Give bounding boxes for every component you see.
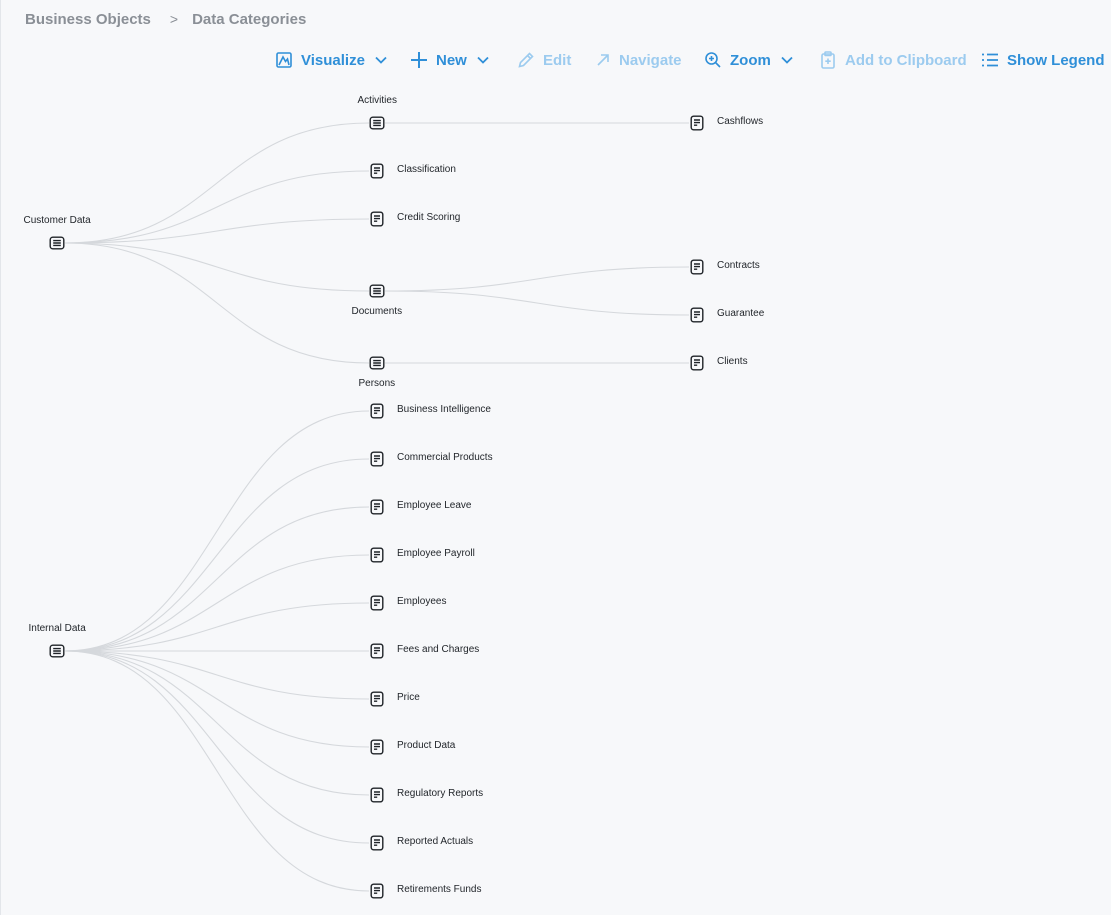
graph-node-contracts[interactable]: [689, 259, 705, 275]
graph-edges: [64, 122, 690, 892]
graph-edge: [64, 242, 370, 364]
graph-edge: [64, 458, 370, 652]
business-object-icon: [690, 115, 704, 131]
graph-edge: [64, 506, 370, 652]
graph-node-internal-data[interactable]: [49, 643, 65, 659]
data-category-icon: [49, 644, 65, 658]
data-category-icon: [369, 284, 385, 298]
graph-node-label: Classification: [397, 164, 456, 175]
graph-node-activities[interactable]: [369, 115, 385, 131]
graph-edge: [64, 122, 370, 244]
graph-edge: [384, 290, 690, 316]
graph-edge: [64, 218, 370, 244]
graph-edge: [64, 554, 370, 652]
graph-node-label: Guarantee: [717, 308, 765, 319]
business-object-icon: [370, 787, 384, 803]
graph-node-label: Fees and Charges: [397, 644, 480, 655]
business-object-icon: [690, 307, 704, 323]
graph-node-credit-scoring[interactable]: [369, 211, 385, 227]
graph-node-label: Employee Leave: [397, 500, 472, 511]
business-object-icon: [370, 595, 384, 611]
business-object-icon: [690, 259, 704, 275]
business-object-icon: [370, 883, 384, 899]
business-object-icon: [370, 691, 384, 707]
business-object-icon: [370, 451, 384, 467]
graph-node-label: Regulatory Reports: [397, 788, 484, 799]
graph-node-guarantee[interactable]: [689, 307, 705, 323]
graph-node-label: Activities: [357, 95, 397, 106]
graph-node-label: Clients: [717, 356, 748, 367]
business-object-icon: [370, 403, 384, 419]
graph-node-label: Retirements Funds: [397, 884, 482, 895]
graph-node-employee-leave[interactable]: [369, 499, 385, 515]
graph-node-employee-payroll[interactable]: [369, 547, 385, 563]
business-object-icon: [370, 211, 384, 227]
graph-edge: [64, 410, 370, 652]
business-object-icon: [370, 499, 384, 515]
graph-node-commercial-products[interactable]: [369, 451, 385, 467]
graph-node-persons[interactable]: [369, 355, 385, 371]
graph-edge: [64, 170, 370, 244]
graph-node-product-data[interactable]: [369, 739, 385, 755]
graph-node-label: Price: [397, 692, 420, 703]
graph-edge: [64, 650, 370, 892]
business-object-icon: [370, 547, 384, 563]
graph-node-label: Cashflows: [717, 116, 764, 127]
graph-node-label: Employees: [397, 596, 447, 607]
graph-node-label: Documents: [351, 306, 403, 317]
graph-node-employees[interactable]: [369, 595, 385, 611]
graph-node-cashflows[interactable]: [689, 115, 705, 131]
graph-node-documents[interactable]: [369, 283, 385, 299]
graph-node-business-intelligence[interactable]: [369, 403, 385, 419]
graph-node-classification[interactable]: [369, 163, 385, 179]
graph-edge: [64, 242, 370, 292]
graph-node-regulatory-reports[interactable]: [369, 787, 385, 803]
business-object-icon: [370, 163, 384, 179]
business-object-icon: [370, 739, 384, 755]
graph-node-reported-actuals[interactable]: [369, 835, 385, 851]
graph-edge: [64, 650, 370, 796]
data-categories-graph[interactable]: Customer Data Activities Classification Cre…: [1, 0, 1111, 915]
graph-node-label: Persons: [358, 378, 396, 389]
graph-node-fees-and-charges[interactable]: [369, 643, 385, 659]
business-object-icon: [690, 355, 704, 371]
business-object-icon: [370, 643, 384, 659]
graph-node-retirements-funds[interactable]: [369, 883, 385, 899]
graph-node-label: Commercial Products: [397, 452, 493, 463]
graph-node-label: Reported Actuals: [397, 836, 474, 847]
graph-node-label: Credit Scoring: [397, 212, 461, 223]
graph-node-label: Business Intelligence: [397, 404, 491, 415]
graph-node-clients[interactable]: [689, 355, 705, 371]
graph-node-customer-data[interactable]: [49, 235, 65, 251]
data-category-icon: [369, 116, 385, 130]
graph-edge: [64, 650, 370, 748]
graph-edge: [384, 266, 690, 292]
graph-node-label: Internal Data: [28, 623, 86, 634]
graph-node-label: Customer Data: [23, 215, 91, 226]
graph-node-label: Employee Payroll: [397, 548, 475, 559]
graph-edge: [64, 650, 370, 844]
graph-node-label: Contracts: [717, 260, 760, 271]
graph-node-label: Product Data: [397, 740, 456, 751]
graph-node-price[interactable]: [369, 691, 385, 707]
data-category-icon: [49, 236, 65, 250]
data-category-icon: [369, 356, 385, 370]
business-object-icon: [370, 835, 384, 851]
